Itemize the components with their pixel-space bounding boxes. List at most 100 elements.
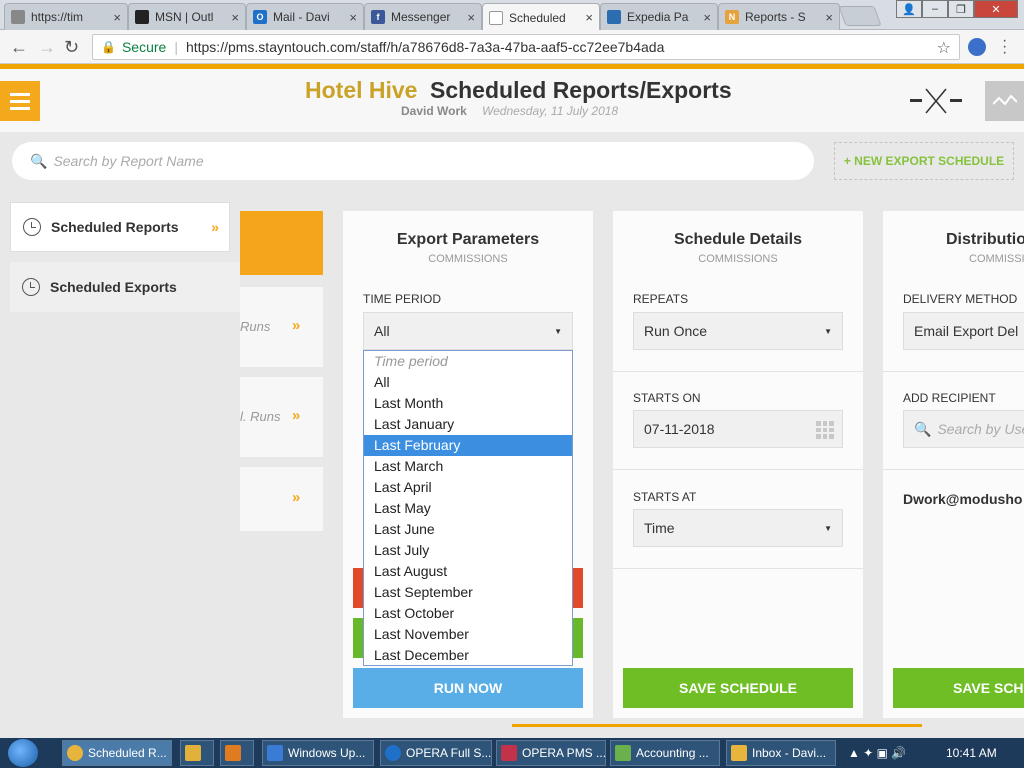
- browser-tab-6[interactable]: Expedia Pa ×: [600, 3, 718, 30]
- bookmark-star-icon[interactable]: ☆: [937, 38, 951, 58]
- report-card[interactable]: l. Runs »: [240, 377, 323, 457]
- business-date: Wednesday, 11 July 2018: [482, 104, 619, 118]
- chevron-right-icon[interactable]: »: [292, 407, 300, 424]
- chevron-right-icon[interactable]: »: [292, 489, 300, 506]
- back-icon[interactable]: ←: [10, 37, 28, 58]
- reports-icon: N: [725, 10, 739, 24]
- browser-tab-5[interactable]: Scheduled ×: [482, 3, 600, 31]
- dropdown-option[interactable]: Last August: [364, 561, 572, 582]
- new-export-schedule-button[interactable]: + NEW EXPORT SCHEDULE: [834, 142, 1014, 180]
- new-tab-button[interactable]: [838, 6, 882, 26]
- start-button[interactable]: [8, 739, 38, 767]
- starts-on-input[interactable]: 07-11-2018: [633, 410, 843, 448]
- hamburger-menu-icon[interactable]: [0, 81, 40, 121]
- delivery-method-select[interactable]: Email Export Del: [903, 312, 1024, 350]
- recipient-search-input[interactable]: 🔍 Search by Use: [903, 410, 1024, 448]
- system-tray-icons[interactable]: ▲ ✦ ▣ 🔊: [848, 746, 906, 760]
- window-close-button[interactable]: ✕: [974, 0, 1018, 18]
- browser-tab-1[interactable]: https://tim ×: [4, 3, 128, 30]
- clock-icon: [22, 278, 40, 296]
- dropdown-placeholder: Time period: [374, 353, 448, 369]
- menu-dots-icon[interactable]: · · ·: [1002, 33, 1007, 61]
- url-separator: |: [174, 39, 178, 55]
- taskbar-item-opera-full[interactable]: OPERA Full S...: [380, 740, 492, 766]
- page-title: Scheduled Reports/Exports: [430, 77, 732, 103]
- taskbar-item-media[interactable]: [220, 740, 254, 766]
- url-input[interactable]: 🔒 Secure | https://pms.stayntouch.com/st…: [92, 34, 960, 60]
- save-schedule-button[interactable]: SAVE SCHE: [893, 668, 1024, 708]
- taskbar-item-accounting[interactable]: Accounting ...: [610, 740, 720, 766]
- repeats-select[interactable]: Run Once ▼: [633, 312, 843, 350]
- user-name: David Work: [401, 104, 467, 118]
- dropdown-option[interactable]: Last July: [364, 540, 572, 561]
- extension-icon[interactable]: [968, 38, 986, 56]
- dropdown-option[interactable]: Last December: [364, 645, 572, 666]
- dropdown-option[interactable]: Last March: [364, 456, 572, 477]
- report-search-input[interactable]: 🔍 Search by Report Name: [12, 142, 814, 180]
- time-period-dropdown[interactable]: Time period All Last Month Last January Last…: [363, 350, 573, 666]
- dropdown-option[interactable]: Last September: [364, 582, 572, 603]
- report-card[interactable]: »: [240, 467, 323, 531]
- search-placeholder: Search by Report Name: [53, 153, 204, 169]
- taskbar-item-inbox[interactable]: Inbox - Davi...: [726, 740, 836, 766]
- activity-pulse-icon[interactable]: [985, 81, 1024, 121]
- report-card[interactable]: Runs »: [240, 287, 323, 367]
- divider: [613, 371, 863, 372]
- selected-report-card[interactable]: [240, 211, 323, 275]
- schedule-details-panel: Schedule Details COMMISSIONS REPEATS Run…: [613, 211, 863, 718]
- add-recipient-label: ADD RECIPIENT: [903, 391, 996, 405]
- windows-update-icon: [267, 745, 283, 761]
- forward-icon[interactable]: →: [38, 37, 56, 58]
- dropdown-option[interactable]: Last June: [364, 519, 572, 540]
- close-icon[interactable]: ×: [231, 10, 239, 25]
- starts-at-label: STARTS AT: [633, 490, 697, 504]
- nav-scheduled-exports[interactable]: Scheduled Exports: [10, 262, 240, 312]
- taskbar-item-explorer[interactable]: [180, 740, 214, 766]
- taskbar-clock[interactable]: 10:41 AM: [946, 746, 997, 760]
- starts-at-select[interactable]: Time ▼: [633, 509, 843, 547]
- reload-icon[interactable]: ↻: [64, 37, 79, 58]
- time-period-select[interactable]: All ▼: [363, 312, 573, 350]
- nav-scheduled-reports[interactable]: Scheduled Reports »: [10, 202, 230, 252]
- browser-tab-7[interactable]: N Reports - S ×: [718, 3, 840, 30]
- divider: [883, 469, 1024, 470]
- dropdown-option[interactable]: Last October: [364, 603, 572, 624]
- starts-on-value: 07-11-2018: [644, 421, 715, 437]
- address-bar: ← → ↻ 🔒 Secure | https://pms.stayntouch.…: [0, 30, 1024, 64]
- accounting-icon: [615, 745, 631, 761]
- dropdown-option[interactable]: Last January: [364, 414, 572, 435]
- search-row: 🔍 Search by Report Name + NEW EXPORT SCH…: [0, 132, 1024, 192]
- calendar-icon[interactable]: [816, 421, 834, 439]
- close-icon[interactable]: ×: [349, 10, 357, 25]
- close-icon[interactable]: ×: [825, 10, 833, 25]
- secure-label: Secure: [121, 39, 167, 55]
- report-runs-text: Runs: [240, 319, 271, 334]
- caret-down-icon: ▼: [824, 523, 832, 533]
- taskbar-item-chrome[interactable]: Scheduled R...: [62, 740, 172, 766]
- dropdown-option[interactable]: Last April: [364, 477, 572, 498]
- run-now-button[interactable]: RUN NOW: [353, 668, 583, 708]
- user-icon[interactable]: 👤: [896, 0, 922, 18]
- browser-tab-3[interactable]: O Mail - Davi ×: [246, 3, 364, 30]
- close-icon[interactable]: ×: [113, 10, 121, 25]
- save-schedule-button[interactable]: SAVE SCHEDULE: [623, 668, 853, 708]
- chevron-right-icon[interactable]: »: [292, 317, 300, 334]
- close-icon[interactable]: ×: [703, 10, 711, 25]
- maximize-button[interactable]: ❐: [948, 0, 974, 18]
- minimize-button[interactable]: –: [922, 0, 948, 18]
- chrome-icon: [67, 745, 83, 761]
- browser-tab-4[interactable]: f Messenger ×: [364, 3, 482, 30]
- close-icon[interactable]: ×: [467, 10, 475, 25]
- taskbar-item-windows-update[interactable]: Windows Up...: [262, 740, 374, 766]
- close-icon[interactable]: ×: [585, 10, 593, 25]
- dropdown-option[interactable]: Last Month: [364, 393, 572, 414]
- dropdown-option[interactable]: All: [364, 372, 572, 393]
- dropdown-option[interactable]: Last November: [364, 624, 572, 645]
- browser-tab-2[interactable]: MSN | Outl ×: [128, 3, 246, 30]
- time-period-label: TIME PERIOD: [363, 292, 442, 306]
- dropdown-option[interactable]: Last May: [364, 498, 572, 519]
- scroll-indicator: [512, 724, 922, 727]
- taskbar-item-opera-pms[interactable]: OPERA PMS ...: [496, 740, 606, 766]
- dropdown-option[interactable]: Last February: [364, 435, 572, 456]
- panel-title: Schedule Details: [673, 231, 803, 248]
